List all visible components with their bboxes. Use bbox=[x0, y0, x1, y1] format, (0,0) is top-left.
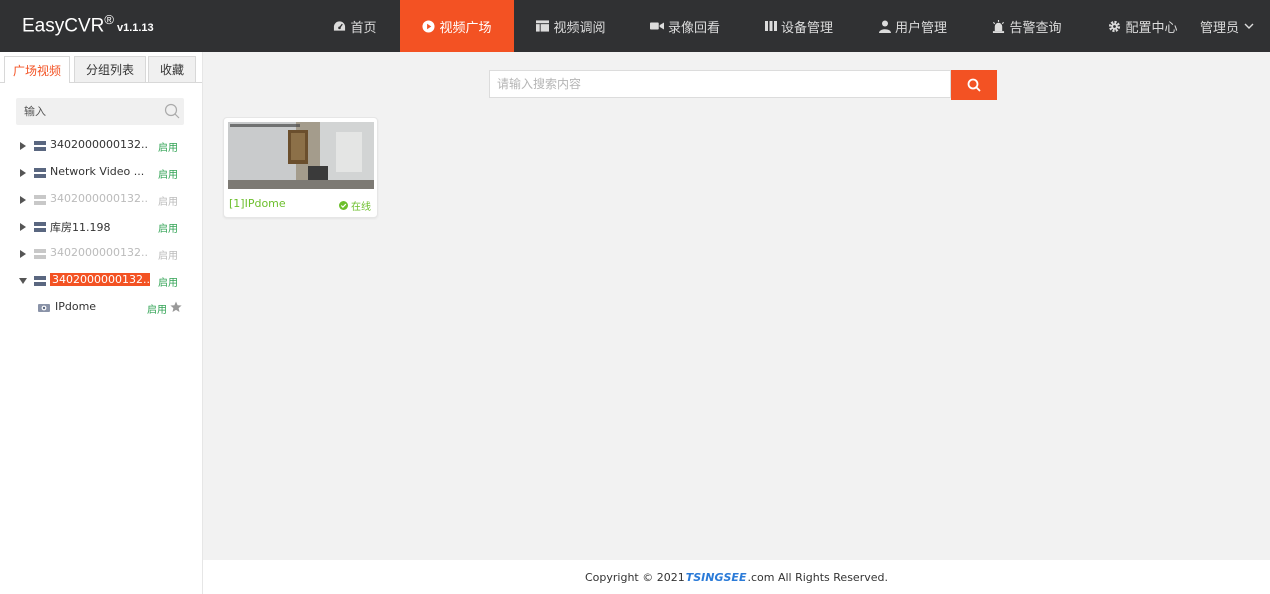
brand-logo[interactable]: EasyCVR®v1.1.13 bbox=[22, 12, 154, 37]
tree-node-device-3[interactable]: 3402000000132... 启用 bbox=[0, 189, 202, 211]
device-icon bbox=[764, 21, 777, 31]
nav-video-view[interactable]: 视频调阅 bbox=[528, 0, 614, 52]
tree-node-name: 3402000000132... bbox=[50, 138, 148, 151]
nvr-device-icon bbox=[34, 222, 46, 232]
tree-node-status: 启用 bbox=[147, 305, 167, 316]
nav-config-center[interactable]: 配置中心 bbox=[1100, 0, 1186, 52]
nav-user-management[interactable]: 用户管理 bbox=[870, 0, 956, 52]
nvr-device-icon bbox=[34, 276, 46, 286]
caret-right-icon[interactable] bbox=[20, 169, 26, 177]
search-icon bbox=[967, 78, 981, 92]
online-status-label: 在线 bbox=[351, 202, 371, 213]
nav-video-view-label: 视频调阅 bbox=[553, 20, 606, 36]
gear-icon bbox=[1109, 20, 1121, 32]
search-button[interactable] bbox=[951, 70, 997, 100]
online-status: 在线 bbox=[339, 198, 371, 213]
nvr-device-icon bbox=[34, 195, 46, 205]
footer-brand-link[interactable]: TSINGSEE bbox=[686, 571, 747, 584]
tab-plaza-video[interactable]: 广场视频 bbox=[4, 56, 70, 83]
user-icon bbox=[878, 20, 891, 33]
footer: Copyright © 2021 TSINGSEE .com All Right… bbox=[203, 560, 1270, 594]
nav-config-center-label: 配置中心 bbox=[1125, 20, 1178, 36]
video-card[interactable]: [1]IPdome 在线 bbox=[223, 117, 378, 218]
tree-node-status: 启用 bbox=[158, 251, 178, 262]
tab-group-list[interactable]: 分组列表 bbox=[74, 56, 146, 82]
caret-down-icon[interactable] bbox=[19, 278, 27, 284]
tree-node-name: Network Video ... bbox=[50, 165, 145, 178]
tree-node-channel-ipdome[interactable]: IPdome 启用 bbox=[0, 297, 202, 319]
video-card-title: [1]IPdome bbox=[229, 197, 286, 210]
tree-node-status: 启用 bbox=[158, 224, 178, 235]
nav-playback[interactable]: 录像回看 bbox=[642, 0, 728, 52]
nav-alarm-query[interactable]: 告警查询 bbox=[984, 0, 1070, 52]
nav-device-management[interactable]: 设备管理 bbox=[756, 0, 842, 52]
version-label: v1.1.13 bbox=[116, 22, 154, 35]
sidebar-tabs: 广场视频 分组列表 收藏 bbox=[0, 56, 202, 83]
sidebar-search-input[interactable] bbox=[24, 98, 154, 125]
caret-right-icon[interactable] bbox=[20, 250, 26, 258]
nav-playback-label: 录像回看 bbox=[667, 20, 720, 36]
brand-name: EasyCVR bbox=[22, 15, 105, 37]
top-navbar: EasyCVR®v1.1.13 首页 视频广场 视频调阅 录像回看 设备管理 用… bbox=[0, 0, 1270, 52]
tree-node-status: 启用 bbox=[158, 170, 178, 181]
copyright-suffix: .com All Rights Reserved. bbox=[747, 570, 888, 584]
nav-alarm-query-label: 告警查询 bbox=[1009, 20, 1062, 36]
main-search-box bbox=[489, 70, 951, 98]
search-icon[interactable] bbox=[164, 103, 180, 119]
nav-home[interactable]: 首页 bbox=[318, 0, 392, 52]
camera-icon bbox=[38, 304, 50, 312]
nav-device-management-label: 设备管理 bbox=[780, 20, 833, 36]
user-menu[interactable]: 管理员 bbox=[1200, 0, 1254, 52]
tab-favorites[interactable]: 收藏 bbox=[148, 56, 196, 82]
nav-user-management-label: 用户管理 bbox=[894, 20, 947, 36]
video-thumbnail[interactable] bbox=[228, 122, 374, 189]
caret-right-icon[interactable] bbox=[20, 196, 26, 204]
tree-node-status: 启用 bbox=[158, 143, 178, 154]
tree-node-name: 库房11.198 bbox=[50, 221, 111, 234]
tree-node-device-5[interactable]: 3402000000132... 启用 bbox=[0, 243, 202, 265]
tree-node-device-2[interactable]: Network Video ... 启用 bbox=[0, 162, 202, 184]
tree-node-status: 启用 bbox=[158, 278, 178, 289]
video-camera-icon bbox=[649, 22, 664, 30]
dashboard-icon bbox=[334, 21, 346, 31]
nav-video-plaza-label: 视频广场 bbox=[439, 20, 492, 36]
main-search-input[interactable] bbox=[497, 71, 937, 97]
tree-node-name: IPdome bbox=[55, 300, 97, 313]
nav-home-label: 首页 bbox=[350, 20, 377, 36]
tree-node-device-4[interactable]: 库房11.198 启用 bbox=[0, 216, 202, 238]
copyright-prefix: Copyright © 2021 bbox=[585, 570, 685, 584]
user-menu-label: 管理员 bbox=[1199, 20, 1239, 36]
tree-node-status: 启用 bbox=[158, 197, 178, 208]
tree-node-device-6[interactable]: 3402000000132... 启用 bbox=[0, 270, 202, 292]
chevron-down-icon bbox=[1244, 23, 1254, 29]
sidebar: 广场视频 分组列表 收藏 3402000000132... 启用 Network… bbox=[0, 52, 203, 594]
caret-right-icon[interactable] bbox=[20, 223, 26, 231]
brand-mark: ® bbox=[104, 12, 114, 27]
sidebar-search bbox=[16, 98, 184, 125]
check-circle-icon bbox=[339, 201, 348, 210]
tree-node-name: 3402000000132... bbox=[50, 273, 150, 286]
nvr-device-icon bbox=[34, 141, 46, 151]
tree-node-name: 3402000000132... bbox=[50, 192, 148, 205]
tree-node-device-1[interactable]: 3402000000132... 启用 bbox=[0, 135, 202, 157]
alarm-icon bbox=[993, 19, 1005, 33]
caret-right-icon[interactable] bbox=[20, 142, 26, 150]
layout-icon bbox=[536, 20, 550, 32]
star-icon[interactable] bbox=[170, 301, 182, 313]
nvr-device-icon bbox=[34, 249, 46, 259]
play-circle-icon bbox=[422, 19, 436, 33]
tree-node-name: 3402000000132... bbox=[50, 246, 148, 259]
nvr-device-icon bbox=[34, 168, 46, 178]
nav-video-plaza[interactable]: 视频广场 bbox=[400, 0, 514, 52]
